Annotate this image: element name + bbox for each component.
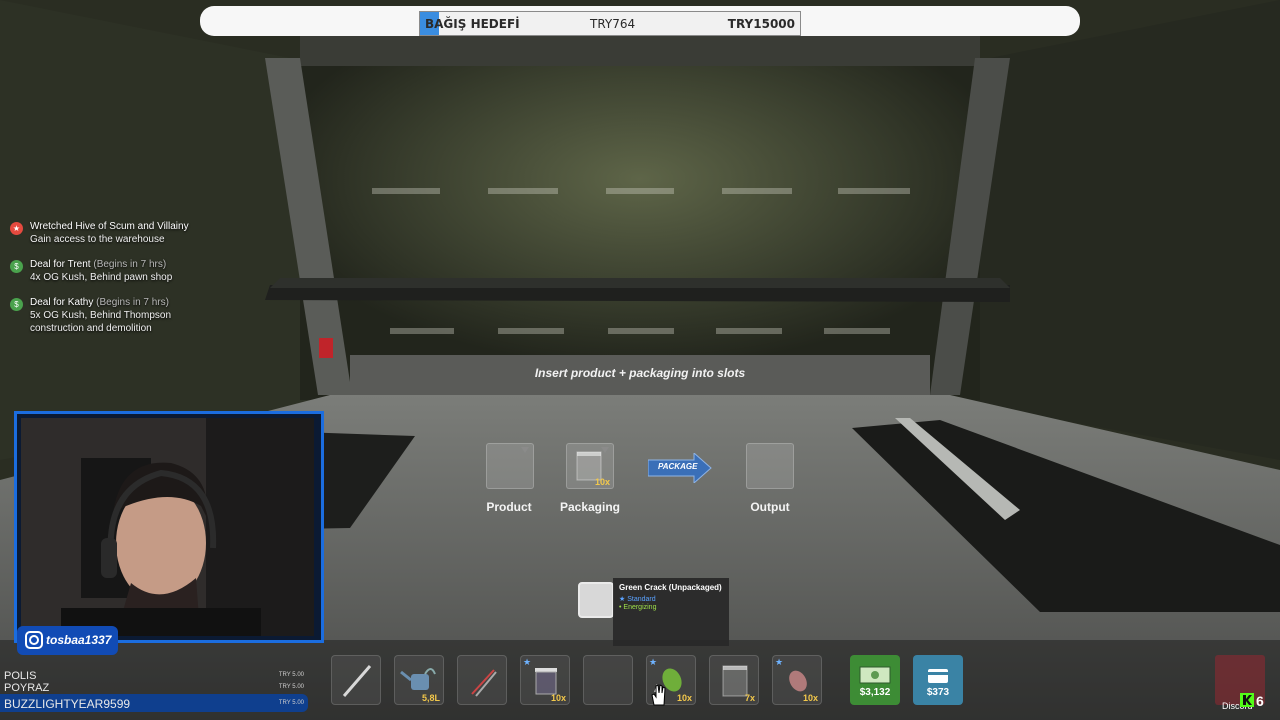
tooltip-item-name: Green Crack (Unpackaged)	[619, 583, 722, 592]
output-label: Output	[750, 500, 790, 514]
donation-current: TRY764	[590, 17, 636, 31]
donation-goal: TRY15000	[727, 17, 795, 31]
quest-item[interactable]: $ Deal for Trent (Begins in 7 hrs) 4x OG…	[10, 258, 230, 284]
hotbar-slot-7[interactable]: 7x	[709, 655, 759, 705]
product-slot[interactable]	[486, 443, 534, 489]
hotbar-count: 10x	[550, 693, 566, 703]
deal-icon: $	[10, 260, 23, 273]
donor-row: BUZZLIGHTYEAR9599 TRY 5.00	[0, 694, 308, 712]
dragged-item-slot[interactable]	[578, 582, 614, 618]
star-icon: ★	[10, 222, 23, 235]
hotbar-slot-8[interactable]: ★ 10x	[772, 655, 822, 705]
donor-amount: TRY 5.00	[278, 700, 304, 706]
donor-amount: TRY 5.00	[278, 684, 304, 690]
quest-subtitle: (Begins in 7 hrs)	[93, 259, 167, 270]
donor-amount: TRY 5.00	[278, 672, 304, 678]
quest-item[interactable]: ★ Wretched Hive of Scum and Villainy Gai…	[10, 220, 230, 246]
quest-title: Wretched Hive of Scum and Villainy	[30, 221, 189, 232]
slot-marker-icon	[521, 447, 529, 453]
quality-star-icon: ★	[649, 657, 658, 667]
tooltip-effect: • Energizing	[619, 604, 657, 611]
trimmers-icon	[471, 669, 497, 697]
donor-name: POLIS	[4, 670, 37, 682]
quest-subtitle: (Begins in 7 hrs)	[96, 297, 169, 308]
packaging-label: Packaging	[559, 500, 621, 514]
social-handle: tosbaa1337	[46, 633, 112, 647]
webcam-feed	[21, 418, 314, 636]
packaging-instruction: Insert product + packaging into slots	[534, 366, 746, 380]
cash-amount: $3,132	[859, 687, 891, 698]
hotbar-slot-1[interactable]	[331, 655, 381, 705]
social-handle-badge: tosbaa1337	[17, 626, 118, 655]
hotbar-slot-2[interactable]: 5,8L	[394, 655, 444, 705]
quest-description: 5x OG Kush, Behind Thompson construction…	[30, 310, 172, 334]
tooltip-quality: ★ Standard	[619, 596, 656, 603]
hotbar-count: 10x	[676, 693, 692, 703]
cash-slot[interactable]: $3,132	[850, 655, 900, 705]
package-button-label: PACKAGE	[658, 462, 698, 471]
baton-icon	[342, 665, 372, 697]
donor-row: POYRAZ TRY 5.00	[0, 682, 308, 694]
streamer-video	[21, 418, 314, 636]
donor-list: POLIS TRY 5.00 POYRAZ TRY 5.00 BUZZLIGHT…	[0, 670, 308, 712]
hotbar-count: 7x	[744, 693, 755, 703]
donor-name: BUZZLIGHTYEAR9599	[4, 697, 131, 711]
output-slot[interactable]	[746, 443, 794, 489]
quest-list: ★ Wretched Hive of Scum and Villainy Gai…	[10, 220, 230, 347]
hotbar-count: 5,8L	[421, 693, 440, 703]
quest-description: 4x OG Kush, Behind pawn shop	[30, 272, 173, 283]
quality-star-icon: ★	[523, 657, 532, 667]
donation-goal-bar: BAĞIŞ HEDEFİ TRY764 TRY15000	[419, 11, 801, 36]
hotbar-slot-5[interactable]	[583, 655, 633, 705]
hotbar-slot-4[interactable]: ★ 10x	[520, 655, 570, 705]
package-button[interactable]: PACKAGE	[648, 453, 712, 483]
hotbar-count: 10x	[802, 693, 818, 703]
donor-row: POLIS TRY 5.00	[0, 670, 308, 682]
item-tooltip: Green Crack (Unpackaged) ★ Standard • En…	[613, 578, 729, 646]
overlay-number: 6	[1256, 693, 1264, 709]
deal-icon: $	[10, 298, 23, 311]
hand-cursor-icon	[651, 684, 666, 706]
quest-title: Deal for Trent	[30, 259, 91, 270]
donor-name: POYRAZ	[4, 682, 50, 694]
packaging-slot[interactable]: 10x	[566, 443, 614, 489]
instagram-icon	[25, 631, 43, 649]
donation-label: BAĞIŞ HEDEFİ	[425, 17, 520, 31]
product-label: Product	[486, 500, 532, 514]
quest-item[interactable]: $ Deal for Kathy (Begins in 7 hrs) 5x OG…	[10, 296, 230, 335]
packaging-count: 10x	[594, 477, 610, 487]
hotbar-slot-3[interactable]	[457, 655, 507, 705]
quest-description: Gain access to the warehouse	[30, 234, 165, 245]
bank-amount: $373	[926, 687, 950, 698]
quest-title: Deal for Kathy	[30, 297, 94, 308]
quality-star-icon: ★	[775, 657, 784, 667]
bank-card-slot[interactable]: $373	[913, 655, 963, 705]
kick-logo-icon	[1240, 693, 1254, 707]
